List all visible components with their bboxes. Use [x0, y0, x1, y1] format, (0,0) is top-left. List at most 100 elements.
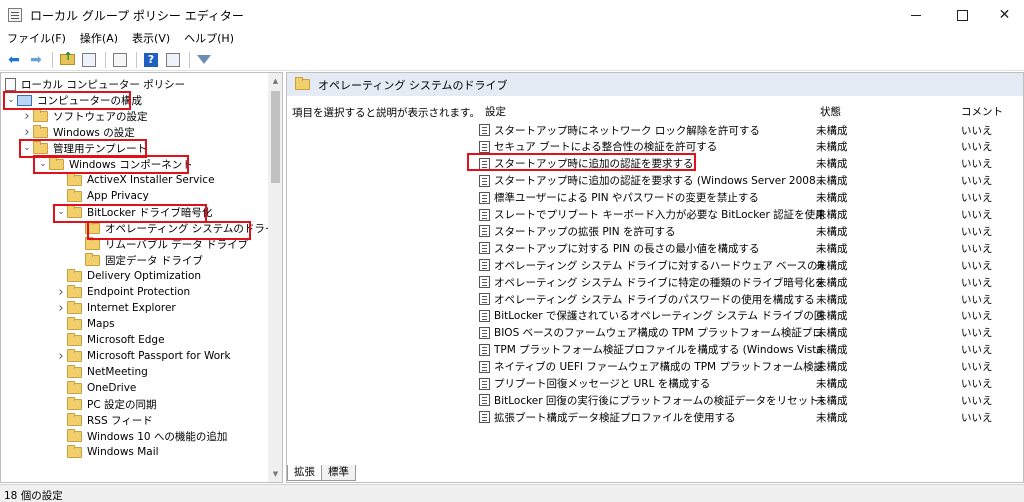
tree-pane[interactable]: ローカル コンピューター ポリシー ⌄ コンピューターの構成 › ソフトウェアの設定 ›… — [0, 72, 283, 483]
setting-comment: いいえ — [961, 192, 993, 205]
setting-row[interactable]: オペレーティング システム ドライブに対するハードウェア ベースの暗号化... 未… — [479, 257, 1023, 273]
setting-row[interactable]: オペレーティング システム ドライブのパスワードの使用を構成する 未構成 いいえ — [479, 291, 1023, 307]
setting-state: 未構成 — [816, 327, 848, 340]
column-header-setting[interactable]: 設定 — [485, 104, 506, 119]
description-text: 項目を選択すると説明が表示されます。 — [292, 107, 480, 119]
menu-bar: ファイル(F) 操作(A) 表示(V) ヘルプ(H) — [0, 30, 1024, 48]
chevron-right-icon[interactable]: › — [55, 284, 67, 300]
setting-row[interactable]: スタートアップの拡張 PIN を許可する 未構成 いいえ — [479, 223, 1023, 239]
setting-row[interactable]: BIOS ベースのファームウェア構成の TPM プラットフォーム検証プロファイ.… — [479, 325, 1023, 341]
setting-row[interactable]: スタートアップ時に追加の認証を要求する (Windows Server 2008… — [479, 173, 1023, 189]
setting-state: 未構成 — [816, 225, 848, 238]
tree-item[interactable]: Windows 10 への機能の追加 — [55, 428, 227, 444]
tree-item[interactable]: ActiveX Installer Service — [55, 172, 215, 188]
tree-item-label: PC 設定の同期 — [87, 398, 157, 411]
column-header-comment[interactable]: コメント — [961, 104, 1003, 119]
tree-item-label: 固定データ ドライブ — [105, 254, 203, 267]
properties-button[interactable] — [163, 50, 183, 70]
setting-name: 拡張ブート構成データ検証プロファイルを使用する — [494, 411, 736, 424]
tree-item[interactable]: App Privacy — [55, 188, 149, 204]
setting-row[interactable]: プリブート回復メッセージと URL を構成する 未構成 いいえ — [479, 376, 1023, 392]
back-button[interactable]: ⬅ — [4, 50, 24, 70]
policy-setting-icon — [479, 276, 490, 289]
tree-item[interactable]: › Endpoint Protection — [55, 284, 190, 300]
forward-button[interactable]: ➡ — [26, 50, 46, 70]
tab-extended[interactable]: 拡張 — [287, 465, 322, 481]
folder-icon — [67, 316, 82, 330]
menu-view[interactable]: 表示(V) — [125, 30, 177, 48]
help-button[interactable]: ? — [141, 50, 161, 70]
tree-item[interactable]: › Internet Explorer — [55, 300, 176, 316]
setting-state: 未構成 — [816, 394, 848, 407]
setting-comment: いいえ — [961, 259, 993, 272]
menu-help[interactable]: ヘルプ(H) — [177, 30, 241, 48]
folder-icon — [67, 348, 82, 362]
chevron-right-icon[interactable]: › — [55, 348, 67, 364]
tree-item[interactable]: › Microsoft Passport for Work — [55, 348, 231, 364]
chevron-right-icon[interactable]: › — [21, 124, 33, 140]
tree-item[interactable]: › ソフトウェアの設定 — [21, 108, 148, 124]
menu-file[interactable]: ファイル(F) — [0, 30, 73, 48]
tree-item[interactable]: RSS フィード — [55, 412, 153, 428]
policy-setting-icon — [479, 411, 490, 424]
show-hide-tree-button[interactable] — [79, 50, 99, 70]
setting-row[interactable]: スタートアップ時にネットワーク ロック解除を許可する 未構成 いいえ — [479, 122, 1023, 138]
policy-setting-icon — [479, 343, 490, 356]
tree-item[interactable]: PC 設定の同期 — [55, 396, 157, 412]
tree-item[interactable]: › Windows の設定 — [21, 124, 135, 140]
setting-state: 未構成 — [816, 361, 848, 374]
maximize-button[interactable] — [939, 0, 985, 30]
setting-row[interactable]: オペレーティング システム ドライブに特定の種類のドライブ暗号化を適... 未構成… — [479, 274, 1023, 290]
properties-icon — [166, 52, 180, 67]
setting-state: 未構成 — [816, 192, 848, 205]
setting-row[interactable]: スレートでプリブート キーボード入力が必要な BitLocker 認証を使用..… — [479, 207, 1023, 223]
scroll-up-icon[interactable]: ▲ — [268, 74, 282, 88]
setting-row[interactable]: 拡張ブート構成データ検証プロファイルを使用する 未構成 いいえ — [479, 409, 1023, 425]
up-one-level-button[interactable] — [57, 50, 77, 70]
column-header-state[interactable]: 状態 — [820, 104, 841, 119]
setting-row[interactable]: 標準ユーザーによる PIN やパスワードの変更を禁止する 未構成 いいえ — [479, 190, 1023, 206]
setting-name: ネイティブの UEFI ファームウェア構成の TPM プラットフォーム検証プロ.… — [494, 361, 824, 374]
close-button[interactable]: ✕ — [985, 0, 1024, 30]
filter-button[interactable] — [194, 50, 214, 70]
tree-item[interactable]: Windows Mail — [55, 444, 159, 460]
minimize-button[interactable] — [893, 0, 939, 30]
chevron-right-icon[interactable]: › — [21, 108, 33, 124]
tree-scrollbar[interactable]: ▲ ▼ — [268, 73, 282, 482]
setting-comment: いいえ — [961, 158, 993, 171]
folder-icon — [67, 412, 82, 426]
tree-item[interactable]: NetMeeting — [55, 364, 148, 380]
setting-state: 未構成 — [816, 242, 848, 255]
setting-row[interactable]: BitLocker で保護されているオペレーティング システム ドライブの回復.… — [479, 308, 1023, 324]
tree-item[interactable]: OneDrive — [55, 380, 136, 396]
tree-item[interactable]: 固定データ ドライブ — [73, 252, 203, 268]
tab-standard[interactable]: 標準 — [321, 465, 356, 481]
tree-item-label: ソフトウェアの設定 — [53, 110, 148, 123]
chevron-right-icon[interactable]: › — [55, 300, 67, 316]
setting-row[interactable]: ネイティブの UEFI ファームウェア構成の TPM プラットフォーム検証プロ.… — [479, 359, 1023, 375]
toolbar: ⬅ ➡ ? — [0, 49, 1024, 71]
setting-comment: いいえ — [961, 124, 993, 137]
export-list-button[interactable] — [110, 50, 130, 70]
scroll-thumb[interactable] — [271, 91, 280, 183]
tree-item[interactable]: Delivery Optimization — [55, 268, 201, 284]
setting-row[interactable]: TPM プラットフォーム検証プロファイルを構成する (Windows Vista… — [479, 342, 1023, 358]
status-text: 18 個の設定 — [4, 490, 63, 502]
setting-comment: いいえ — [961, 411, 993, 424]
tree-root[interactable]: ローカル コンピューター ポリシー — [5, 76, 185, 92]
scroll-down-icon[interactable]: ▼ — [268, 467, 282, 481]
menu-action[interactable]: 操作(A) — [73, 30, 125, 48]
tree-item-label: Microsoft Edge — [87, 334, 165, 346]
folder-icon — [67, 396, 82, 410]
setting-row[interactable]: スタートアップに対する PIN の長さの最小値を構成する 未構成 いいえ — [479, 240, 1023, 256]
tree-item[interactable]: Microsoft Edge — [55, 332, 165, 348]
setting-comment: いいえ — [961, 344, 993, 357]
folder-icon — [33, 124, 48, 138]
setting-row[interactable]: BitLocker 回復の実行後にプラットフォームの検証データをリセットする 未構… — [479, 392, 1023, 408]
tree-item[interactable]: Maps — [55, 316, 115, 332]
